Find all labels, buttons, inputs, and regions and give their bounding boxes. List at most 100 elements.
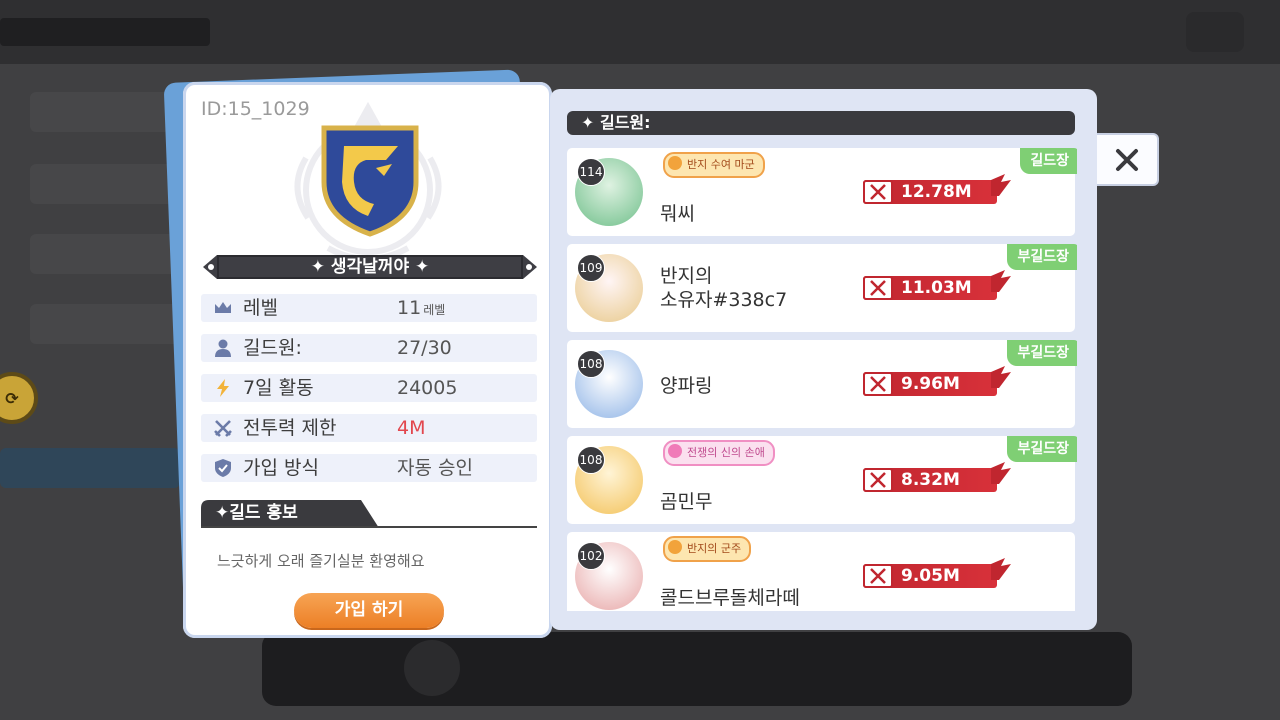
crossed-swords-icon	[870, 280, 886, 296]
crossed-swords-icon	[214, 420, 232, 437]
member-title: 전쟁의 신의 손애	[687, 446, 765, 459]
member-name: 양파링	[660, 375, 713, 397]
member-power: 8.32M	[863, 462, 1013, 494]
member-name: 뭐씨	[660, 203, 695, 225]
member-level: 108	[577, 446, 605, 474]
power-box	[863, 564, 893, 588]
star-icon: ✦	[409, 257, 430, 277]
power-flame-icon	[991, 366, 1011, 388]
member-row[interactable]: 102 반지의 군주 콜드브루돌체라떼 9.05M	[567, 532, 1075, 611]
close-button[interactable]	[1097, 133, 1159, 186]
lightning-icon	[217, 379, 229, 397]
close-icon	[1116, 148, 1138, 171]
role-tag: 부길드장	[1007, 244, 1077, 270]
power-flame-icon	[991, 462, 1011, 484]
role-tag: 부길드장	[1007, 340, 1077, 366]
star-icon: ✦	[310, 257, 331, 277]
stat-label: 레벨	[243, 297, 278, 319]
stat-value: 27/30	[397, 337, 452, 359]
stat-value: 4M	[397, 417, 426, 439]
stat-row-activity: 7일 활동 24005	[201, 374, 537, 402]
guild-name: 생각날꺼야	[330, 257, 410, 277]
crown-icon	[215, 302, 231, 313]
member-title-badge: 반지 수여 마군	[663, 152, 765, 178]
member-power: 9.96M	[863, 366, 1013, 398]
stat-row-level: 레벨 11 레벨	[201, 294, 537, 322]
power-flame-icon	[991, 558, 1011, 580]
crossed-swords-icon	[870, 568, 886, 584]
star-icon: ✦	[215, 503, 230, 523]
member-name: 콜드브루돌체라떼	[660, 587, 800, 609]
power-value: 9.96M	[901, 374, 960, 394]
guild-stats: 레벨 11 레벨 길드원: 27/30 7일 활동 24005 전투력 제한 4M…	[201, 294, 537, 494]
medal-icon	[668, 156, 682, 170]
member-power: 9.05M	[863, 558, 1013, 590]
power-box	[863, 180, 893, 204]
guild-name-banner: ✦ 생각날꺼야 ✦	[203, 253, 537, 281]
shield-check-icon	[215, 459, 231, 477]
stat-row-power-limit: 전투력 제한 4M	[201, 414, 537, 442]
join-button[interactable]: 가입 하기	[294, 593, 444, 628]
stat-value: 24005	[397, 377, 458, 399]
crossed-swords-icon	[870, 472, 886, 488]
promo-title-wrap: ✦길드 홍보	[215, 501, 298, 525]
stat-value: 자동 승인	[397, 457, 473, 479]
member-row[interactable]: 108 양파링 9.96M 부길드장	[567, 340, 1077, 428]
crossed-swords-icon	[870, 376, 886, 392]
stat-label: 전투력 제한	[243, 417, 337, 439]
member-name-line: 반지의	[660, 265, 713, 287]
member-level: 109	[577, 254, 605, 282]
member-row[interactable]: 109 반지의 소유자#338c7 11.03M 부길드장	[567, 244, 1077, 332]
member-title: 반지 수여 마군	[687, 158, 755, 171]
power-flame-icon	[991, 174, 1011, 196]
guild-emblem-icon	[321, 125, 419, 237]
background-menu-item	[30, 92, 180, 132]
role-tag: 길드장	[1020, 148, 1077, 174]
power-value: 8.32M	[901, 470, 960, 490]
promo-text: 느긋하게 오래 즐기실분 환영해요	[217, 552, 425, 570]
star-icon: ✦	[581, 113, 600, 132]
medal-icon	[668, 540, 682, 554]
member-name-line: 소유자#338c7	[660, 289, 788, 311]
role-tag: 부길드장	[1007, 436, 1077, 462]
background-title	[0, 18, 210, 46]
background-menu-icon	[1186, 12, 1244, 52]
level-unit: 레벨	[423, 303, 446, 317]
member-title-badge: 전쟁의 신의 손애	[663, 440, 775, 466]
power-flame-icon	[991, 270, 1011, 292]
member-name: 반지의 소유자#338c7	[660, 264, 787, 312]
background-bottom-bar	[262, 632, 1132, 706]
member-row[interactable]: 114 반지 수여 마군 뭐씨 12.78M 길드장	[567, 148, 1077, 236]
member-row[interactable]: 108 전쟁의 신의 손애 곰민무 8.32M 부길드장	[567, 436, 1077, 524]
member-power: 11.03M	[863, 270, 1013, 302]
stat-row-members: 길드원: 27/30	[201, 334, 537, 362]
power-box	[863, 372, 893, 396]
stat-label: 길드원:	[243, 337, 302, 359]
background-menu-item	[30, 234, 180, 274]
member-name: 곰민무	[660, 491, 713, 513]
member-level: 114	[577, 158, 605, 186]
guild-info-card: ID:15_1029 ✦ 생각날꺼야 ✦ 레벨 11 레벨 길드원: 27/30…	[183, 82, 552, 638]
power-value: 12.78M	[901, 182, 972, 202]
power-box	[863, 276, 893, 300]
medal-icon	[668, 444, 682, 458]
power-value: 9.05M	[901, 566, 960, 586]
member-title: 반지의 군주	[687, 542, 742, 555]
power-box	[863, 468, 893, 492]
background-menu-item	[30, 164, 180, 204]
crossed-swords-icon	[870, 184, 886, 200]
background-bottom-icon	[404, 640, 460, 696]
member-level: 102	[577, 542, 605, 570]
promo-title: 길드 홍보	[229, 503, 298, 523]
promo-divider	[201, 526, 537, 528]
members-header-label: 길드원:	[599, 113, 651, 132]
person-icon	[215, 339, 231, 357]
member-level: 108	[577, 350, 605, 378]
background-menu-item	[30, 304, 180, 344]
stat-row-join-method: 가입 방식 자동 승인	[201, 454, 537, 482]
power-value: 11.03M	[901, 278, 972, 298]
background-menu-item-active	[0, 448, 180, 488]
member-list[interactable]: 114 반지 수여 마군 뭐씨 12.78M 길드장 109 반지의 소유자#3…	[567, 146, 1077, 611]
members-header-wrap: ✦ 길드원:	[581, 111, 651, 135]
level-number: 11	[397, 297, 422, 319]
